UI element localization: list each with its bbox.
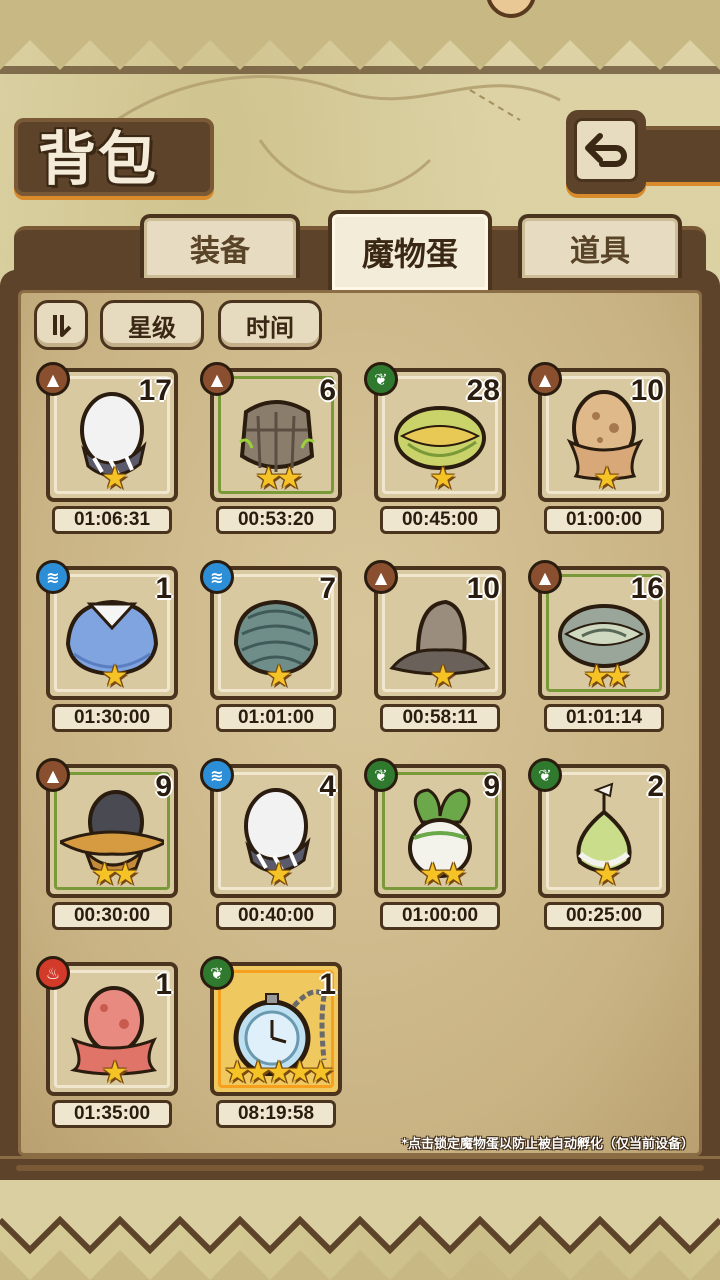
header-right-strip (640, 126, 720, 186)
egg-card[interactable]: ❦ 1 ★★★★★ 08:19:58 (200, 956, 342, 1128)
egg-card[interactable]: ▲ 9 ★★ 00:30:00 (36, 758, 178, 930)
star-rating: ★ (429, 659, 457, 694)
sort-by-time-button[interactable]: 时间 (218, 300, 322, 350)
grass-element-icon: ❦ (200, 956, 234, 990)
bottom-border-decoration (0, 1180, 720, 1280)
egg-count: 10 (466, 572, 500, 605)
egg-count: 7 (319, 572, 336, 605)
star-rating: ★★ (255, 461, 303, 496)
back-button[interactable] (566, 110, 646, 194)
tab-items[interactable]: 道具 (518, 214, 682, 278)
return-arrow-icon (585, 133, 627, 167)
egg-card[interactable]: ❦ 2 ★ 00:25:00 (528, 758, 670, 930)
egg-count: 6 (319, 374, 336, 407)
star-rating: ★ (265, 857, 293, 892)
egg-card[interactable]: ≋ 4 ★ 00:40:00 (200, 758, 342, 930)
egg-card[interactable]: ❦ 28 ★ 00:45:00 (364, 362, 506, 534)
earth-element-icon: ▲ (364, 560, 398, 594)
egg-card[interactable]: ▲ 17 ★ 01:06:31 (36, 362, 178, 534)
egg-count: 2 (647, 770, 664, 803)
star-rating: ★ (265, 659, 293, 694)
star-rating: ★ (101, 659, 129, 694)
tab-equipment-label: 装备 (190, 234, 250, 269)
tab-monster-eggs[interactable]: 魔物蛋 (328, 210, 492, 290)
egg-card[interactable]: ▲ 10 ★ 01:00:00 (528, 362, 670, 534)
sort-order-icon (53, 315, 72, 337)
hatch-timer: 01:00:00 (380, 902, 500, 930)
grass-element-icon: ❦ (364, 758, 398, 792)
earth-element-icon: ▲ (528, 560, 562, 594)
egg-card[interactable]: ≋ 7 ★ 01:01:00 (200, 560, 342, 732)
egg-count: 1 (155, 572, 172, 605)
grass-element-icon: ❦ (364, 362, 398, 396)
egg-count: 1 (155, 968, 172, 1001)
star-rating: ★★★★★ (223, 1055, 334, 1090)
egg-card[interactable]: ❦ 9 ★★ 01:00:00 (364, 758, 506, 930)
earth-element-icon: ▲ (36, 362, 70, 396)
star-rating: ★ (101, 1055, 129, 1090)
star-rating: ★★ (91, 857, 139, 892)
hatch-timer: 00:30:00 (52, 902, 172, 930)
fire-element-icon: ♨ (36, 956, 70, 990)
hatch-timer: 01:30:00 (52, 704, 172, 732)
sort-by-stars-button[interactable]: 星级 (100, 300, 204, 350)
star-rating: ★★ (419, 857, 467, 892)
hatch-timer: 08:19:58 (216, 1100, 336, 1128)
egg-count: 16 (630, 572, 664, 605)
star-rating: ★ (429, 461, 457, 496)
egg-count: 28 (466, 374, 500, 407)
earth-element-icon: ▲ (36, 758, 70, 792)
hatch-timer: 01:01:14 (544, 704, 664, 732)
egg-count: 10 (630, 374, 664, 407)
egg-count: 9 (483, 770, 500, 803)
page-title: 背包 (38, 125, 159, 193)
hatch-timer: 01:06:31 (52, 506, 172, 534)
water-element-icon: ≋ (36, 560, 70, 594)
water-element-icon: ≋ (200, 758, 234, 792)
egg-count: 1 (319, 968, 336, 1001)
hatch-timer: 00:40:00 (216, 902, 336, 930)
hatch-timer: 00:58:11 (380, 704, 500, 732)
hatch-timer: 00:45:00 (380, 506, 500, 534)
hatch-timer: 01:01:00 (216, 704, 336, 732)
egg-card[interactable]: ▲ 10 ★ 00:58:11 (364, 560, 506, 732)
earth-element-icon: ▲ (528, 362, 562, 396)
grass-element-icon: ❦ (528, 758, 562, 792)
panel-bottom-bar (0, 1156, 720, 1180)
egg-card[interactable]: ▲ 6 ★★ 00:53:20 (200, 362, 342, 534)
sort-by-time-label: 时间 (246, 313, 294, 342)
egg-card[interactable]: ♨ 1 ★ 01:35:00 (36, 956, 178, 1128)
auto-hatch-note: *点击锁定魔物蛋以防止被自动孵化（仅当前设备） (401, 1137, 694, 1152)
egg-count: 17 (138, 374, 172, 407)
star-rating: ★ (593, 461, 621, 496)
egg-count: 9 (155, 770, 172, 803)
hatch-timer: 00:25:00 (544, 902, 664, 930)
tab-items-label: 道具 (570, 234, 630, 269)
star-rating: ★★ (583, 659, 631, 694)
sort-order-button[interactable] (34, 300, 88, 350)
hatch-timer: 01:35:00 (52, 1100, 172, 1128)
egg-card[interactable]: ≋ 1 ★ 01:30:00 (36, 560, 178, 732)
hatch-timer: 00:53:20 (216, 506, 336, 534)
egg-card[interactable]: ▲ 16 ★★ 01:01:14 (528, 560, 670, 732)
star-rating: ★ (101, 461, 129, 496)
tab-equipment[interactable]: 装备 (140, 214, 300, 278)
water-element-icon: ≋ (200, 560, 234, 594)
earth-element-icon: ▲ (200, 362, 234, 396)
star-rating: ★ (593, 857, 621, 892)
sort-by-stars-label: 星级 (128, 313, 176, 342)
hatch-timer: 01:00:00 (544, 506, 664, 534)
tab-monster-eggs-label: 魔物蛋 (361, 235, 458, 273)
egg-count: 4 (319, 770, 336, 803)
